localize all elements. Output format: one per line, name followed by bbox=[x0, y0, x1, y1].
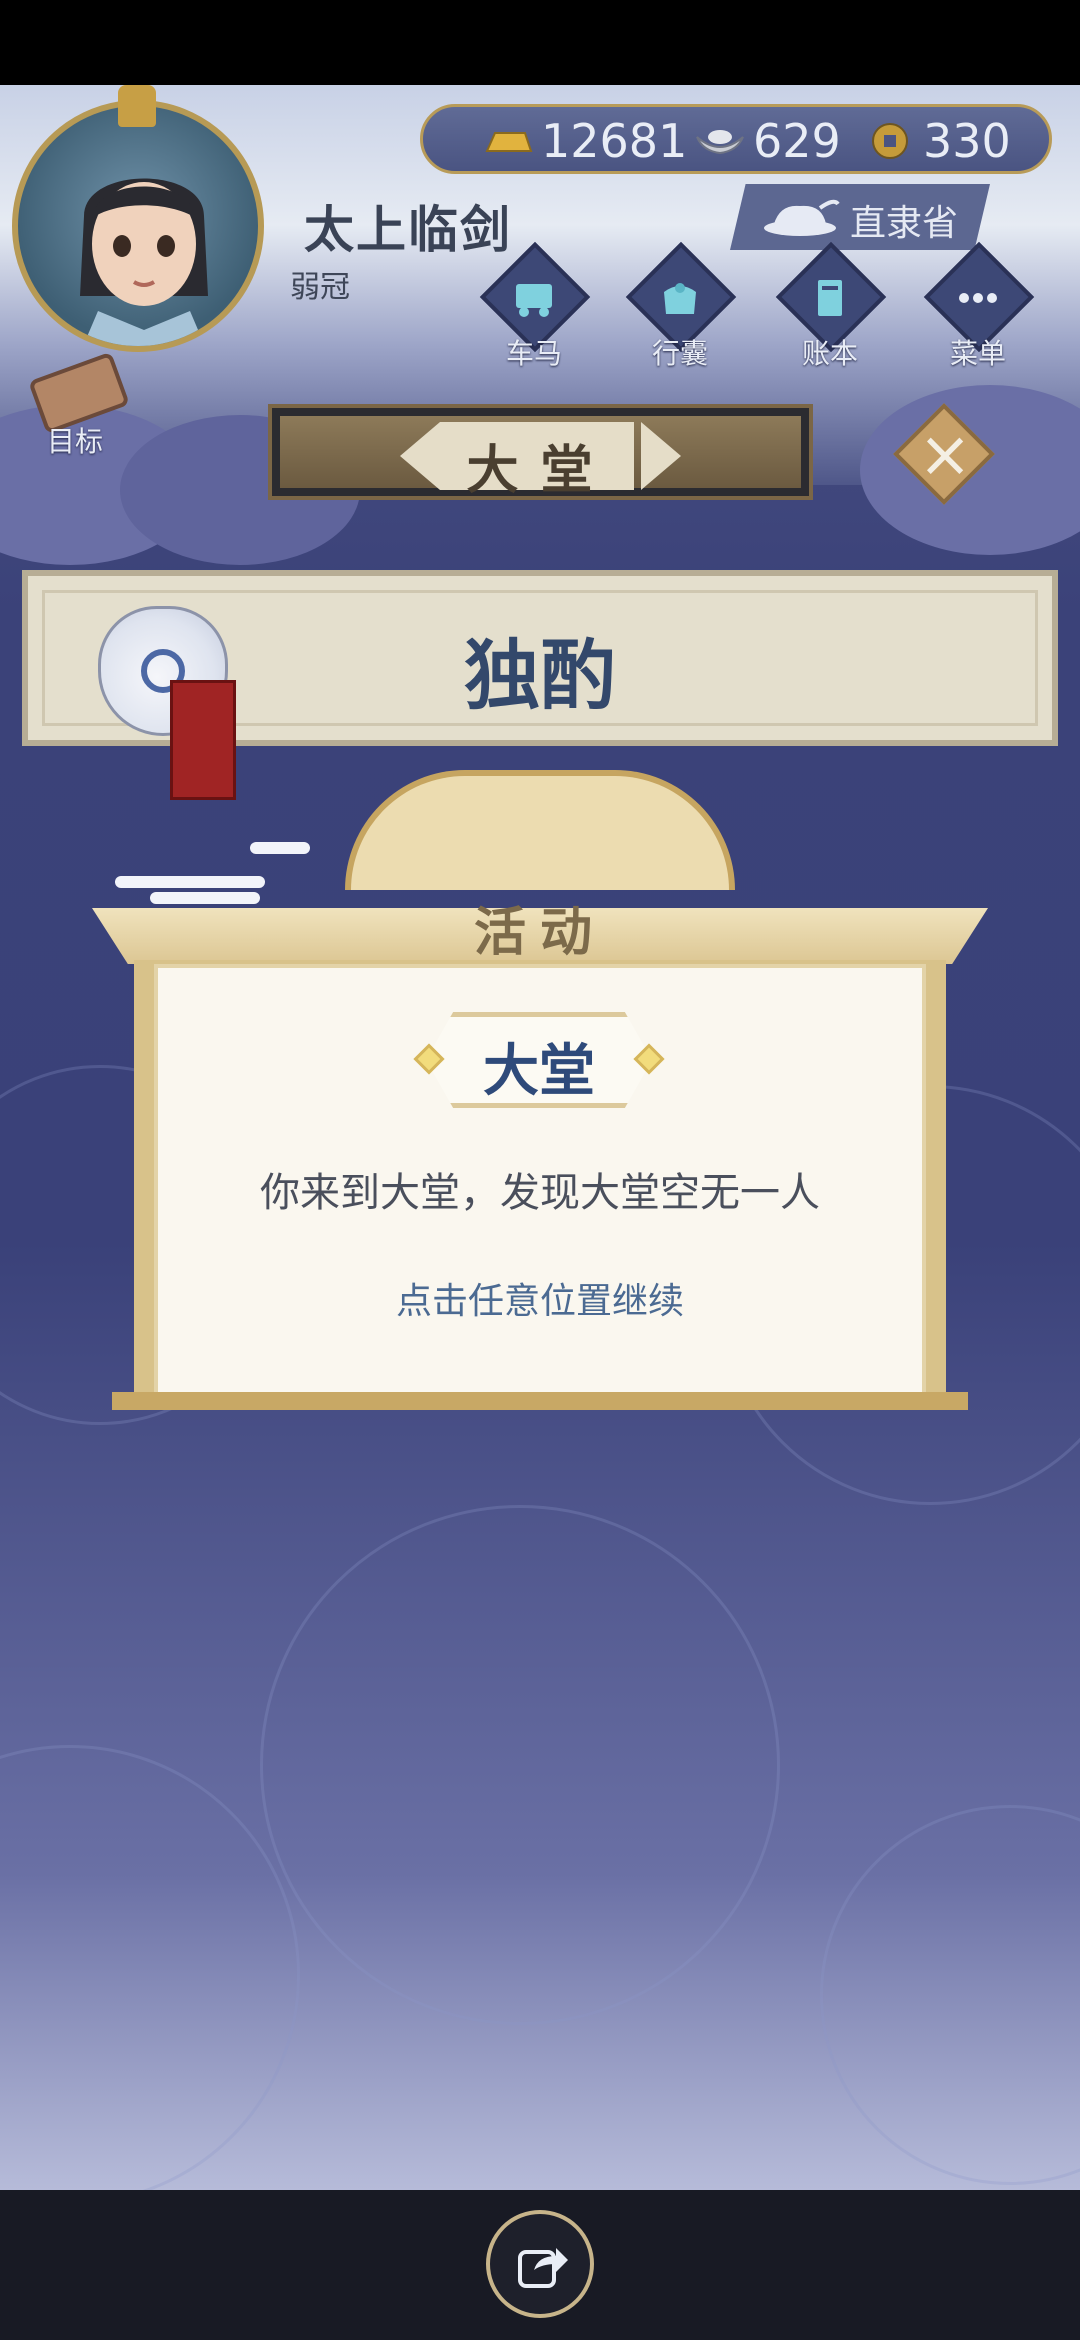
continue-hint[interactable]: 点击任意位置继续 bbox=[134, 1272, 946, 1324]
location-banner-inner: 大堂 bbox=[280, 416, 801, 501]
silver-amount-group: 629 bbox=[693, 114, 841, 168]
nav-label: 账本 bbox=[801, 337, 858, 370]
dialog-title: 活动 bbox=[473, 903, 606, 963]
gold-amount: 12681 bbox=[541, 114, 688, 168]
share-button[interactable] bbox=[486, 2210, 594, 2318]
nav-ledger-button[interactable]: 账本 bbox=[770, 241, 890, 372]
silver-ingot-icon bbox=[696, 130, 744, 155]
nav-label: 行囊 bbox=[651, 337, 708, 370]
mist-decor bbox=[250, 842, 310, 854]
mist-decor bbox=[115, 876, 265, 888]
swirl-pattern bbox=[260, 1505, 780, 2025]
location-tag: 大堂 bbox=[413, 1012, 665, 1108]
player-avatar[interactable] bbox=[12, 100, 264, 352]
location-title: 大堂 bbox=[466, 441, 615, 501]
carriage-icon bbox=[516, 284, 552, 317]
swirl-pattern bbox=[820, 1805, 1080, 2185]
nav-menu-button[interactable]: 菜单 bbox=[918, 241, 1038, 372]
nav-bag-button[interactable]: 行囊 bbox=[620, 241, 740, 372]
nav-carriage-button[interactable]: 车马 bbox=[474, 241, 594, 372]
currency-bar: 12681 629 330 bbox=[420, 104, 1052, 174]
location-banner: 大堂 bbox=[268, 404, 813, 501]
nav-label: 菜单 bbox=[949, 337, 1006, 370]
silver-amount: 629 bbox=[753, 114, 841, 168]
crown-icon bbox=[118, 85, 156, 127]
tag-label: 大堂 bbox=[483, 1039, 595, 1104]
bag-icon bbox=[664, 283, 696, 314]
swirl-pattern bbox=[0, 1745, 300, 2190]
region-selector[interactable]: 直隶省 bbox=[730, 184, 990, 250]
red-door-icon bbox=[170, 680, 236, 800]
dialog-arch bbox=[345, 770, 735, 890]
gold-bar-icon bbox=[485, 132, 533, 152]
ledger-icon bbox=[818, 280, 842, 316]
tea-pot-icon bbox=[764, 199, 840, 236]
status-bar bbox=[0, 0, 1080, 85]
target-label: 目标 bbox=[46, 425, 103, 458]
coin-amount-group: 330 bbox=[863, 114, 1011, 168]
close-icon[interactable]: × bbox=[895, 410, 995, 500]
share-icon bbox=[518, 2248, 568, 2288]
dialog-base-rail bbox=[112, 1392, 968, 1410]
target-button[interactable]: 目标 bbox=[15, 351, 135, 465]
player-title: 弱冠 bbox=[290, 270, 350, 305]
region-label: 直隶省 bbox=[850, 203, 959, 244]
dialog-message: 你来到大堂，发现大堂空无一人 bbox=[260, 1170, 820, 1216]
copper-coin-icon bbox=[872, 123, 908, 159]
more-dots-icon bbox=[959, 293, 997, 303]
coin-amount: 330 bbox=[923, 114, 1011, 168]
gold-amount-group: 12681 bbox=[481, 114, 688, 168]
character-portrait-icon bbox=[80, 178, 208, 346]
nav-label: 车马 bbox=[505, 337, 562, 370]
